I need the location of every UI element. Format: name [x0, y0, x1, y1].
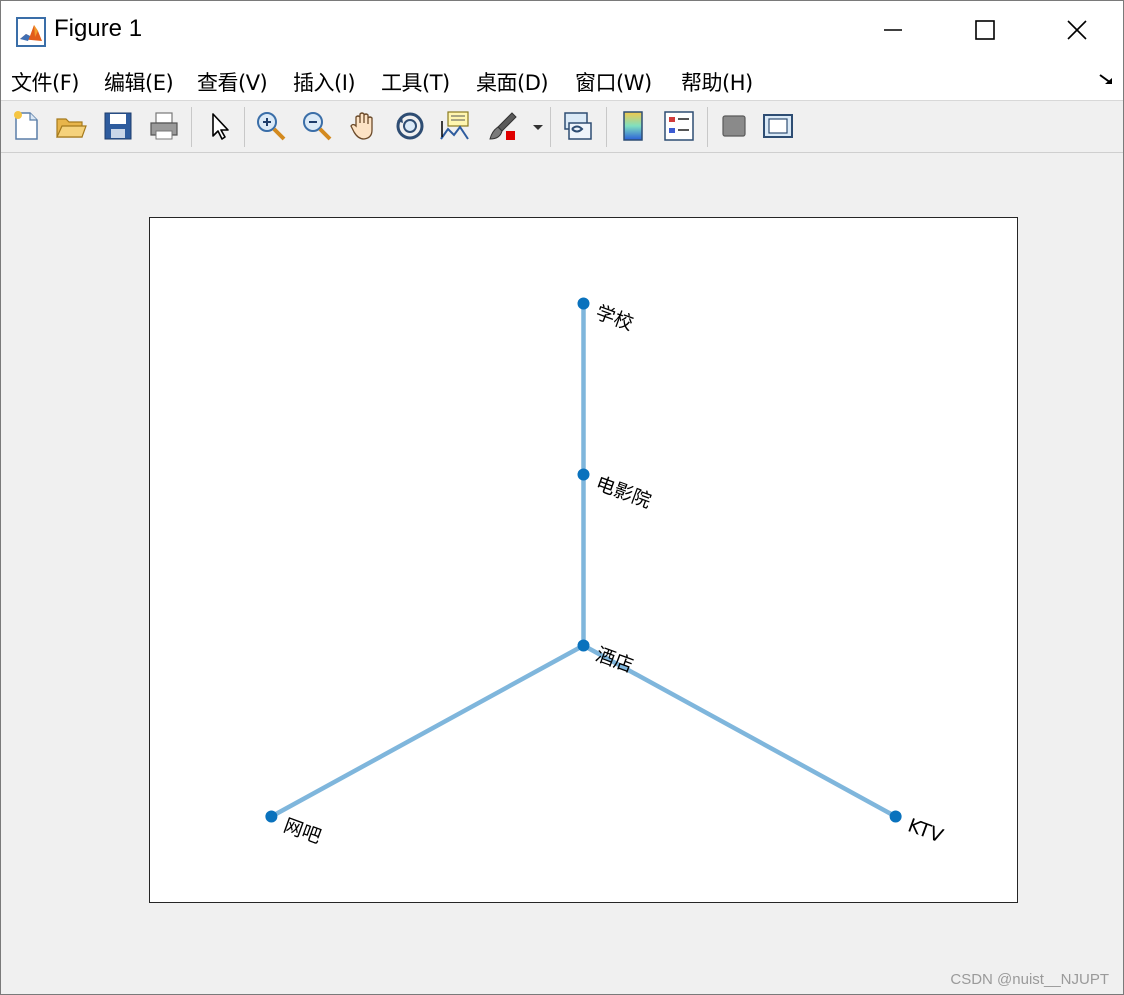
minimize-button[interactable] [847, 1, 939, 59]
print-icon [150, 112, 178, 140]
dock-arrow-icon[interactable] [1097, 71, 1115, 89]
save-icon [104, 112, 132, 140]
open-file-icon [56, 118, 87, 138]
zoom-in-button[interactable] [254, 109, 288, 143]
brush-dropdown-icon [533, 125, 543, 130]
plot-axes[interactable]: 学校电影院酒店网吧 KTV [149, 217, 1018, 903]
menu-edit[interactable]: 编辑(E) [104, 67, 174, 97]
node-label: 网吧 [281, 815, 324, 849]
select-arrow-button[interactable] [203, 109, 237, 143]
watermark: CSDN @nuist__NJUPT [950, 971, 1109, 988]
matlab-icon [16, 17, 46, 47]
toolbar-separator [244, 107, 245, 147]
graph-node [265, 810, 278, 823]
data-cursor-icon [440, 111, 469, 140]
title-bar[interactable]: Figure 1 [1, 1, 1123, 59]
brush-button[interactable] [486, 109, 520, 143]
maximize-icon [975, 20, 995, 40]
node-label: 学校 [593, 302, 636, 336]
toolbar-separator [606, 107, 607, 147]
colorbar-icon [623, 111, 643, 141]
toolbar-separator [707, 107, 708, 147]
menu-tools[interactable]: 工具(T) [381, 67, 450, 97]
graph-node [889, 810, 902, 823]
window-title: Figure 1 [54, 15, 143, 42]
new-figure-icon [14, 111, 38, 140]
zoom-in-icon [257, 112, 286, 141]
toolbar-separator [550, 107, 551, 147]
pan-hand-icon [350, 112, 373, 140]
colorbar-button[interactable] [616, 109, 650, 143]
close-button[interactable] [1031, 1, 1123, 59]
rotate-3d-icon [396, 112, 424, 140]
print-button[interactable] [147, 109, 181, 143]
menu-view[interactable]: 查看(V) [197, 67, 268, 97]
zoom-out-button[interactable] [300, 109, 334, 143]
legend-icon [664, 111, 694, 141]
node-label: 酒店 [593, 644, 636, 678]
toolbar [1, 101, 1123, 153]
open-file-button[interactable] [54, 109, 88, 143]
menu-help[interactable]: 帮助(H) [681, 67, 753, 97]
close-icon [1067, 20, 1087, 40]
figure-window: Figure 1 文件(F) 编辑(E) 查看(V) 插入(I) 工具(T) 桌… [0, 0, 1124, 995]
hide-plot-tools-button[interactable] [717, 109, 751, 143]
hide-plot-tools-icon [722, 115, 746, 137]
graph-edge [269, 643, 586, 819]
graph-node [577, 468, 590, 481]
new-figure-button[interactable] [9, 109, 43, 143]
graph-plot: 学校电影院酒店网吧 KTV [265, 297, 946, 849]
show-plot-tools-button[interactable] [761, 109, 795, 143]
pan-button[interactable] [347, 109, 381, 143]
toolbar-separator [191, 107, 192, 147]
save-button[interactable] [101, 109, 135, 143]
graph-node [577, 639, 590, 652]
brush-dropdown-button[interactable] [531, 109, 545, 143]
link-plot-button[interactable] [561, 109, 595, 143]
rotate-3d-button[interactable] [393, 109, 427, 143]
show-plot-tools-icon [763, 114, 793, 138]
menu-insert[interactable]: 插入(I) [293, 67, 356, 97]
menu-bar: 文件(F) 编辑(E) 查看(V) 插入(I) 工具(T) 桌面(D) 窗口(W… [1, 59, 1123, 101]
menu-file[interactable]: 文件(F) [11, 67, 79, 97]
legend-button[interactable] [662, 109, 696, 143]
node-label: 电影院 [593, 473, 654, 513]
menu-desktop[interactable]: 桌面(D) [476, 67, 549, 97]
menu-window[interactable]: 窗口(W) [575, 67, 652, 97]
brush-icon [489, 112, 517, 140]
graph-node [577, 297, 590, 310]
minimize-icon [884, 29, 902, 31]
node-label: KTV [905, 815, 946, 848]
maximize-button[interactable] [939, 1, 1031, 59]
data-cursor-button[interactable] [438, 109, 472, 143]
zoom-out-icon [303, 112, 332, 141]
select-arrow-icon [212, 113, 229, 140]
link-plot-icon [564, 112, 592, 140]
